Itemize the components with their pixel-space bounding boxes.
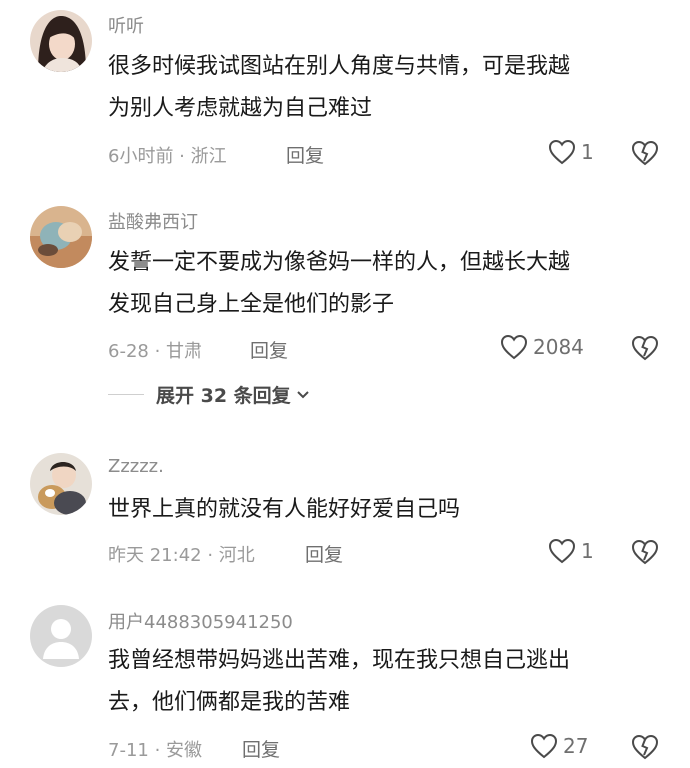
- like-count: 2084: [533, 335, 584, 359]
- comment-text: 世界上真的就没有人能好好爱自己吗: [108, 489, 668, 531]
- heart-outline-icon: [500, 334, 528, 360]
- username[interactable]: Zzzzz.: [108, 456, 164, 477]
- reply-button[interactable]: 回复: [242, 735, 280, 762]
- avatar[interactable]: [30, 453, 92, 515]
- like-count: 27: [563, 734, 589, 758]
- username[interactable]: 用户4488305941250: [108, 608, 293, 634]
- reply-button[interactable]: 回复: [286, 141, 324, 168]
- broken-heart-icon: [631, 539, 659, 565]
- dislike-button[interactable]: [630, 334, 660, 366]
- dislike-button[interactable]: [630, 733, 660, 765]
- avatar[interactable]: [30, 605, 92, 667]
- divider: [108, 394, 144, 395]
- comment-text-line: 发现自己身上全是他们的影子: [108, 292, 395, 317]
- dislike-button[interactable]: [630, 538, 660, 570]
- username[interactable]: 听听: [108, 12, 144, 38]
- user-photo-icon: [30, 206, 92, 268]
- time-location: 6-28 · 甘肃: [108, 341, 203, 362]
- time-location: 昨天 21:42 · 河北: [108, 545, 255, 566]
- username[interactable]: 盐酸弗西订: [108, 208, 198, 234]
- comment-text-line: 为别人考虑就越为自己难过: [108, 96, 373, 121]
- user-photo-icon: [30, 10, 92, 72]
- heart-outline-icon: [548, 139, 576, 165]
- dislike-button[interactable]: [630, 139, 660, 171]
- like-button[interactable]: 27: [530, 733, 588, 759]
- user-photo-icon: [30, 453, 92, 515]
- expand-replies-label: 展开 32 条回复: [156, 385, 291, 407]
- like-count: 1: [581, 140, 594, 164]
- reply-button[interactable]: 回复: [305, 540, 343, 567]
- comment-text-line: 很多时候我试图站在别人角度与共情，可是我越: [108, 54, 571, 79]
- expand-replies-button[interactable]: 展开 32 条回复: [108, 381, 311, 408]
- chevron-down-icon: [296, 390, 309, 398]
- comment-text-line: 发誓一定不要成为像爸妈一样的人，但越长大越: [108, 250, 571, 275]
- time-location: 6小时前 · 浙江: [108, 146, 227, 167]
- avatar[interactable]: [30, 10, 92, 72]
- comment-text: 我曾经想带妈妈逃出苦难，现在我只想自己逃出 去，他们俩都是我的苦难: [108, 640, 668, 724]
- reply-button[interactable]: 回复: [250, 336, 288, 363]
- comment-text: 发誓一定不要成为像爸妈一样的人，但越长大越 发现自己身上全是他们的影子: [108, 242, 668, 326]
- like-button[interactable]: 1: [548, 538, 594, 564]
- default-user-avatar-icon: [30, 605, 92, 667]
- like-button[interactable]: 2084: [500, 334, 584, 360]
- comment-text-line: 我曾经想带妈妈逃出苦难，现在我只想自己逃出: [108, 648, 571, 673]
- broken-heart-icon: [631, 335, 659, 361]
- comment-text: 很多时候我试图站在别人角度与共情，可是我越 为别人考虑就越为自己难过: [108, 46, 668, 130]
- like-button[interactable]: 1: [548, 139, 594, 165]
- like-count: 1: [581, 539, 594, 563]
- heart-outline-icon: [530, 733, 558, 759]
- broken-heart-icon: [631, 734, 659, 760]
- time-location: 7-11 · 安徽: [108, 740, 203, 761]
- heart-outline-icon: [548, 538, 576, 564]
- comment-text-line: 去，他们俩都是我的苦难: [108, 690, 351, 715]
- broken-heart-icon: [631, 140, 659, 166]
- comment-text-line: 世界上真的就没有人能好好爱自己吗: [108, 497, 461, 522]
- avatar[interactable]: [30, 206, 92, 268]
